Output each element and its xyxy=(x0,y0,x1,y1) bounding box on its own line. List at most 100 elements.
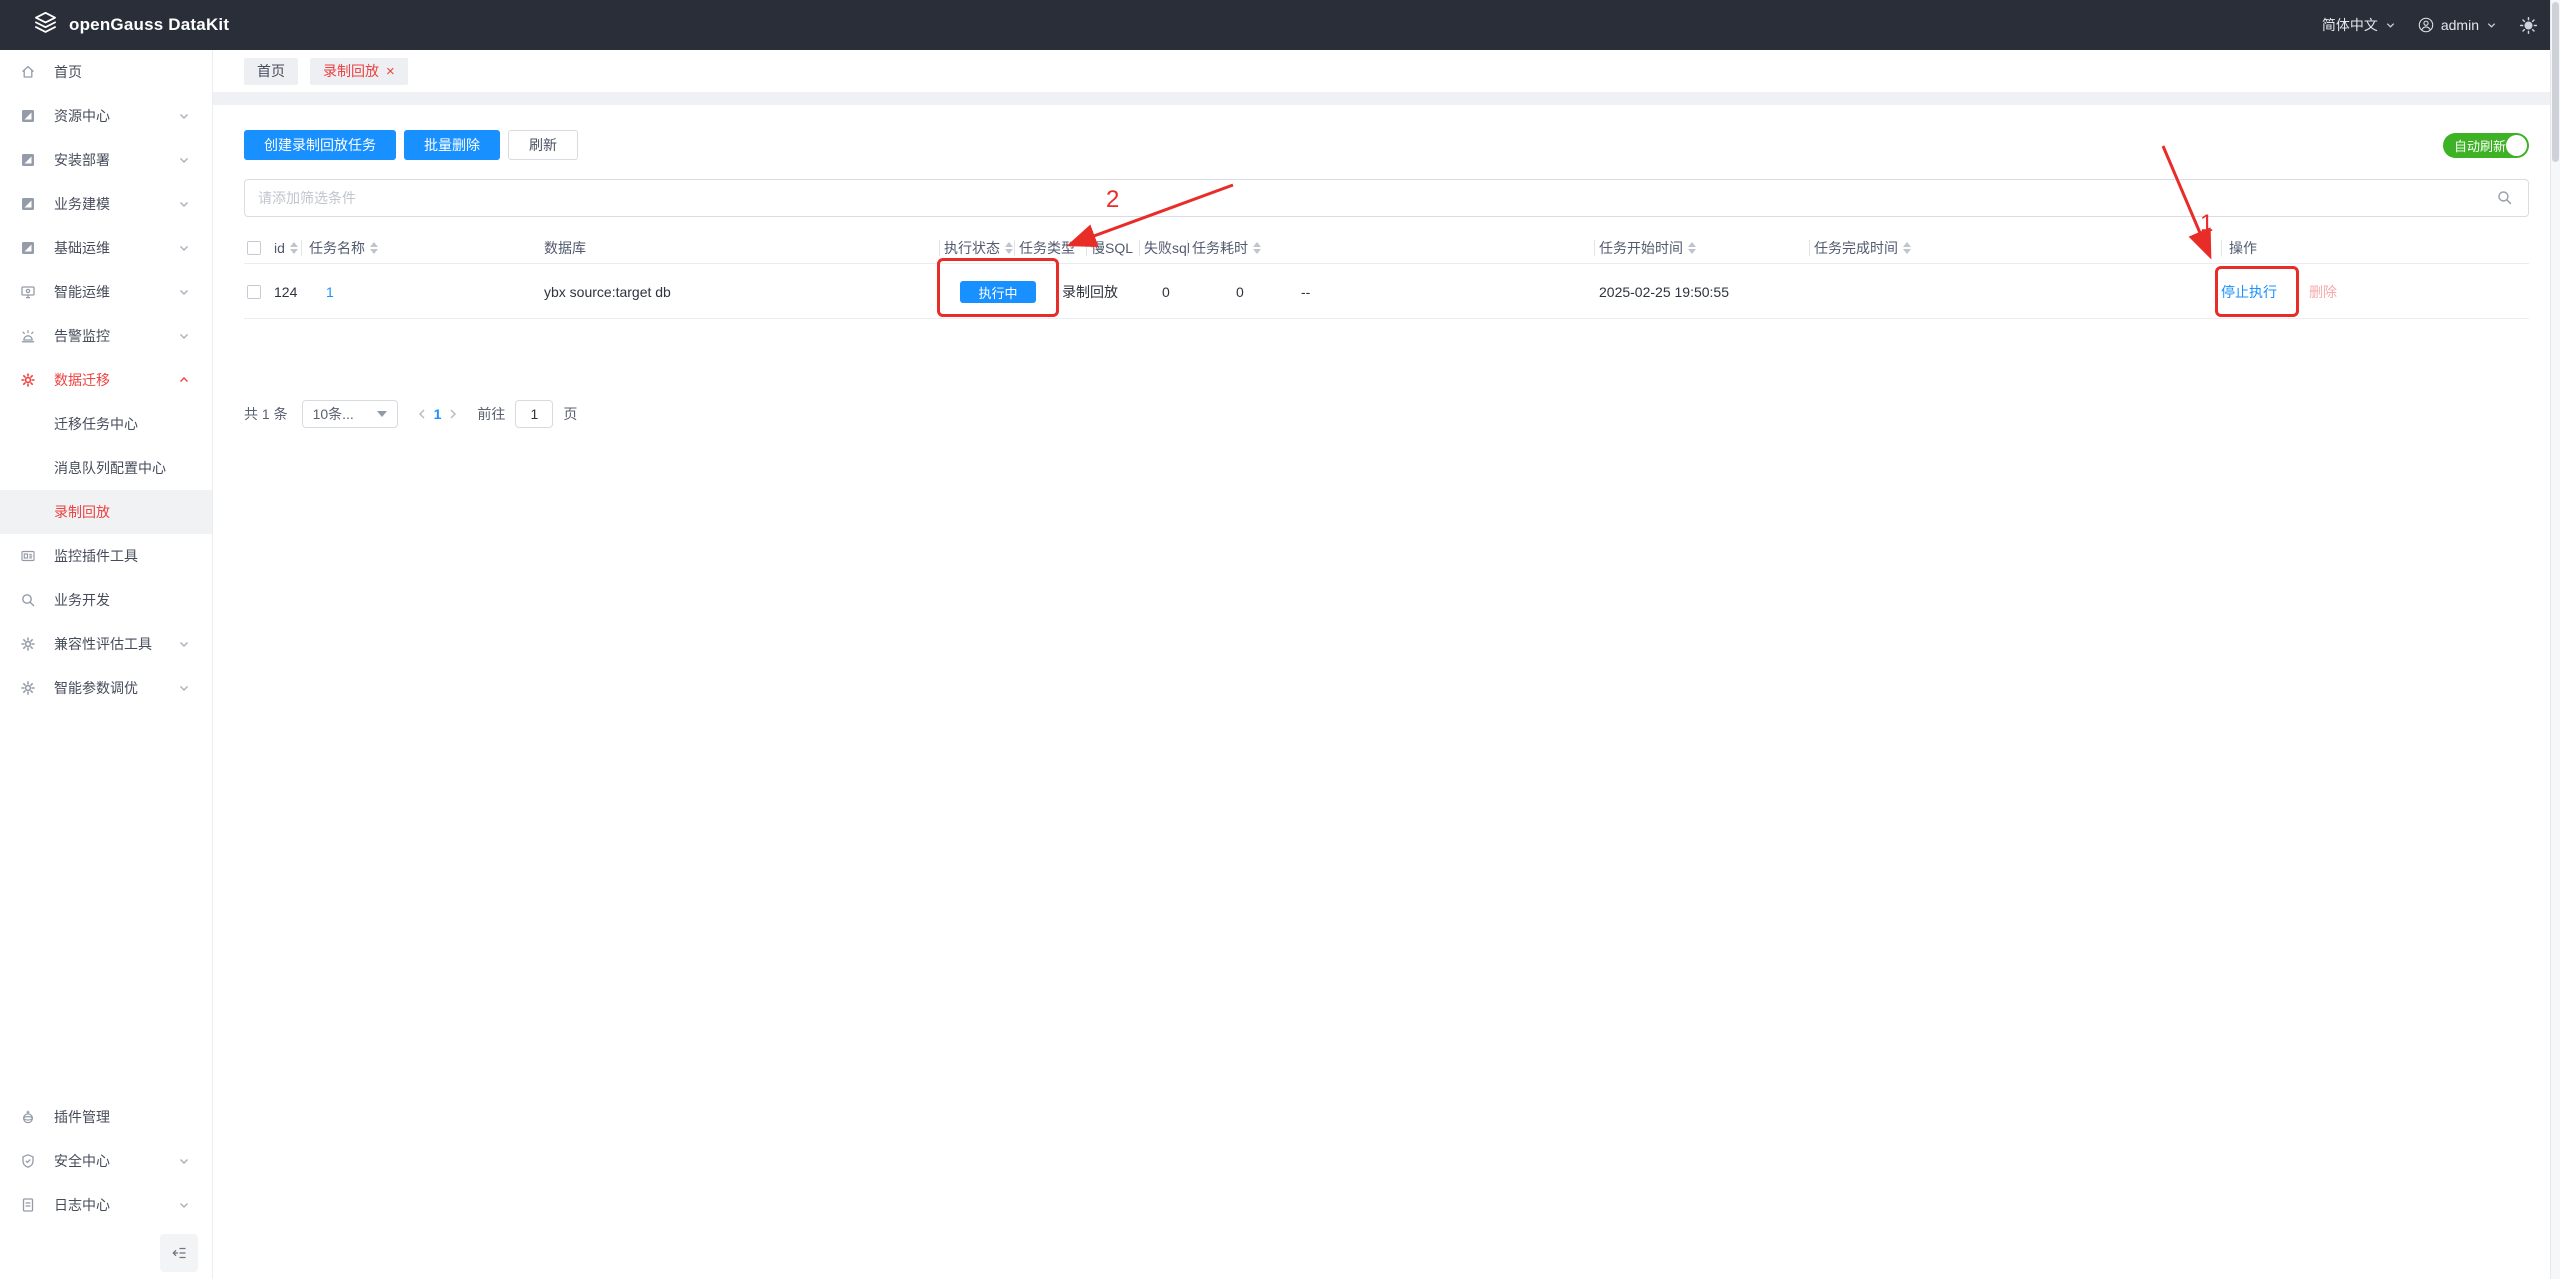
prev-page-icon[interactable] xyxy=(416,408,428,420)
sidebar-subitem-message-queue-config[interactable]: 消息队列配置中心 xyxy=(0,446,212,490)
sidebar-item-data-migration[interactable]: 数据迁移 xyxy=(0,358,212,402)
column-header-slow-sql: 慢SQL xyxy=(1091,233,1133,263)
sidebar-footer xyxy=(0,1227,212,1279)
chevron-down-icon xyxy=(178,682,190,694)
header-divider xyxy=(1809,240,1810,256)
sidebar-subitem-record-replay[interactable]: 录制回放 xyxy=(0,490,212,534)
page-size-select[interactable]: 10条... xyxy=(302,400,398,428)
next-page-icon[interactable] xyxy=(447,408,459,420)
create-record-replay-task-button[interactable]: 创建录制回放任务 xyxy=(244,130,396,160)
cell-task-type: 录制回放 xyxy=(1062,264,1118,320)
column-header-database: 数据库 xyxy=(544,233,586,263)
gear-icon xyxy=(20,372,36,388)
auto-refresh-toggle[interactable]: 自动刷新 xyxy=(2443,133,2529,158)
sidebar-item-resource-center[interactable]: 资源中心 xyxy=(0,94,212,138)
sort-icon xyxy=(1253,242,1261,254)
column-header-duration[interactable]: 任务耗时 xyxy=(1192,233,1261,263)
tabbar-divider xyxy=(213,92,2560,105)
gear-icon xyxy=(20,680,36,696)
column-header-actions: 操作 xyxy=(2229,233,2257,263)
sidebar-subitem-migration-task-center[interactable]: 迁移任务中心 xyxy=(0,402,212,446)
app-title: openGauss DataKit xyxy=(69,15,229,35)
sidebar-item-business-modeling[interactable]: 业务建模 xyxy=(0,182,212,226)
plugin-icon xyxy=(20,1109,36,1125)
goto-page-input[interactable] xyxy=(515,400,553,428)
header-divider xyxy=(1594,240,1595,256)
opengauss-datakit-app: { "topbar": { "app_title": "openGauss Da… xyxy=(0,0,2560,1279)
row-checkbox[interactable] xyxy=(247,285,261,299)
chevron-down-icon xyxy=(178,198,190,210)
batch-delete-button[interactable]: 批量删除 xyxy=(404,130,500,160)
chevron-down-icon xyxy=(2385,20,2396,31)
cell-start-time: 2025-02-25 19:50:55 xyxy=(1599,264,1729,320)
topbar: openGauss DataKit 简体中文 admin xyxy=(0,0,2560,50)
cell-exec-status: 执行中 xyxy=(960,264,1036,320)
sidebar-item-home[interactable]: 首页 xyxy=(0,50,212,94)
sidebar-item-basic-ops[interactable]: 基础运维 xyxy=(0,226,212,270)
cell-task-name-link[interactable]: 1 xyxy=(326,264,334,320)
sidebar-item-param-tuning[interactable]: 智能参数调优 xyxy=(0,666,212,710)
sidebar-item-plugin-management[interactable]: 插件管理 xyxy=(0,1095,212,1139)
sidebar-item-monitor-plugin-tools[interactable]: 监控插件工具 xyxy=(0,534,212,578)
header-divider xyxy=(1014,240,1015,256)
delete-link[interactable]: 删除 xyxy=(2309,264,2337,320)
sidebar-spacer xyxy=(0,710,212,1095)
chevron-down-icon xyxy=(178,1199,190,1211)
scrollbar-thumb[interactable] xyxy=(2552,2,2559,162)
theme-toggle-icon[interactable] xyxy=(2519,16,2538,35)
home-icon xyxy=(20,64,36,80)
cell-id: 124 xyxy=(274,264,297,320)
filter-input[interactable] xyxy=(244,179,2529,217)
cell-database: ybx source:target db xyxy=(544,264,671,320)
sidebar-item-alert-monitoring[interactable]: 告警监控 xyxy=(0,314,212,358)
header-divider xyxy=(1187,240,1188,256)
refresh-button[interactable]: 刷新 xyxy=(508,130,578,160)
cell-failed-sql: 0 xyxy=(1236,264,1244,320)
select-all-checkbox[interactable] xyxy=(247,241,261,255)
gear-icon xyxy=(20,636,36,652)
sidebar-item-log-center[interactable]: 日志中心 xyxy=(0,1183,212,1227)
search-icon[interactable] xyxy=(2496,189,2513,206)
username-label: admin xyxy=(2441,17,2479,33)
tab-home[interactable]: 首页 xyxy=(244,58,298,85)
dropdown-caret-icon xyxy=(377,411,387,417)
page-number-1[interactable]: 1 xyxy=(434,406,442,422)
status-badge: 执行中 xyxy=(960,281,1036,303)
language-selector[interactable]: 简体中文 xyxy=(2322,15,2396,35)
plugin-monitor-icon xyxy=(20,548,36,564)
toolbar: 创建录制回放任务 批量删除 刷新 自动刷新 xyxy=(244,130,2529,160)
sidebar-item-business-dev[interactable]: 业务开发 xyxy=(0,578,212,622)
tab-record-replay[interactable]: 录制回放 × xyxy=(310,58,408,85)
stop-execution-link[interactable]: 停止执行 xyxy=(2221,264,2277,320)
column-header-id[interactable]: id xyxy=(274,233,298,263)
sidebar-item-compatibility-tool[interactable]: 兼容性评估工具 xyxy=(0,622,212,666)
close-tab-icon[interactable]: × xyxy=(386,64,395,79)
column-header-exec-status[interactable]: 执行状态 xyxy=(944,233,1013,263)
app-logo: openGauss DataKit xyxy=(32,10,229,40)
column-header-finish-time[interactable]: 任务完成时间 xyxy=(1814,233,1911,263)
sort-icon xyxy=(370,242,378,254)
pagination: 共 1 条 10条... 1 前往 页 xyxy=(244,400,2529,428)
monitor-icon xyxy=(20,284,36,300)
chevron-down-icon xyxy=(178,286,190,298)
tasks-table: id 任务名称 数据库 执行状态 任务类型 慢SQL 失败sql 任务耗时 任务… xyxy=(244,233,2529,378)
table-header: id 任务名称 数据库 执行状态 任务类型 慢SQL 失败sql 任务耗时 任务… xyxy=(244,233,2529,263)
scrollbar-track[interactable] xyxy=(2550,0,2560,1279)
collapse-sidebar-button[interactable] xyxy=(160,1234,198,1272)
header-divider xyxy=(2221,240,2222,256)
column-header-task-name[interactable]: 任务名称 xyxy=(309,233,378,263)
sidebar-item-install-deploy[interactable]: 安装部署 xyxy=(0,138,212,182)
alarm-icon xyxy=(20,328,36,344)
goto-label: 前往 xyxy=(477,404,505,424)
sidebar: 首页 资源中心 安装部署 业务建模 基础运维 智能运维 xyxy=(0,50,213,1279)
sidebar-item-intelligent-ops[interactable]: 智能运维 xyxy=(0,270,212,314)
sort-icon xyxy=(290,242,298,254)
table-row: 124 1 ybx source:target db 执行中 录制回放 0 0 … xyxy=(244,263,2529,319)
header-divider xyxy=(1139,240,1140,256)
column-header-start-time[interactable]: 任务开始时间 xyxy=(1599,233,1696,263)
user-menu[interactable]: admin xyxy=(2418,17,2497,33)
avatar-icon xyxy=(2418,17,2434,33)
module-icon xyxy=(20,152,36,168)
language-label: 简体中文 xyxy=(2322,15,2378,35)
sidebar-item-security-center[interactable]: 安全中心 xyxy=(0,1139,212,1183)
